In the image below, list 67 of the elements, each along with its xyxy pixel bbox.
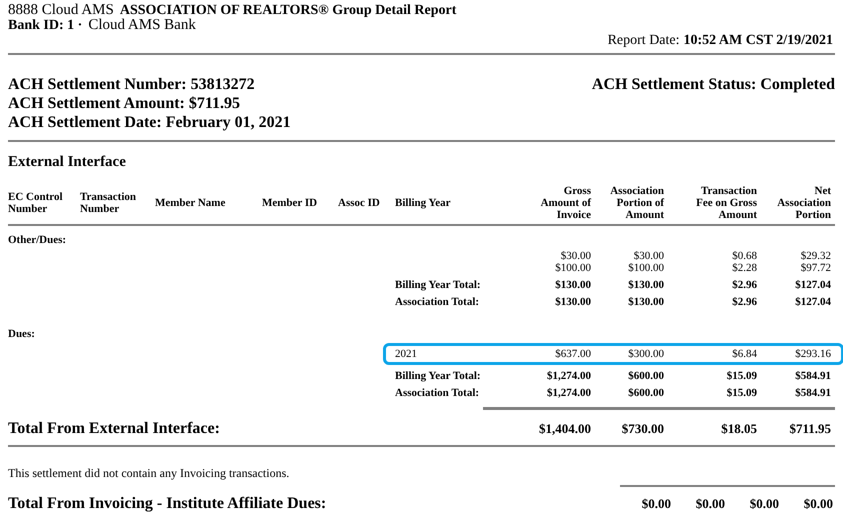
table-cell-text: $637.00 — [554, 348, 592, 360]
group-label: Other/Dues: — [8, 234, 68, 246]
total-value: $1,274.00 — [546, 387, 592, 400]
column-header: Member ID — [262, 196, 318, 209]
total-label: Billing Year Total: — [395, 279, 482, 292]
total-value: $711.95 — [788, 422, 832, 438]
total-value: $0.00 — [640, 497, 672, 512]
table-cell-text: $300.00 — [627, 348, 665, 360]
bank-id-label: Bank ID: 1 · — [8, 18, 82, 34]
column-header: Billing Year — [395, 196, 452, 209]
total-value: $15.09 — [726, 370, 758, 382]
report-date: 10:52 AM CST 2/19/2021 — [684, 32, 833, 49]
total-value: $15.09 — [726, 387, 758, 400]
table-cell-text: 2021 — [395, 348, 418, 360]
column-header: Association Portion of Amount — [609, 184, 666, 221]
table-cell-text: $30.00 — [632, 250, 665, 262]
total-value: $130.00 — [554, 296, 592, 308]
column-header: EC Control Number — [8, 190, 64, 215]
total-value: $1,274.00 — [546, 370, 592, 382]
column-header: Transaction Number — [80, 190, 138, 215]
table-cell-text: $30.00 — [560, 250, 592, 262]
column-header: Member Name — [155, 196, 226, 209]
table-cell-text: $0.68 — [731, 250, 758, 262]
total-value: $18.05 — [720, 422, 758, 438]
column-header: Transaction Fee on Gross Amount — [695, 184, 758, 221]
column-header: Net Association Portion — [776, 184, 832, 221]
table-cell-text: $2.28 — [731, 262, 758, 274]
total-value: $130.00 — [554, 279, 592, 292]
total-value: $730.00 — [620, 422, 665, 438]
table-cell-text: $97.72 — [800, 262, 832, 274]
total-value: $0.00 — [802, 497, 834, 512]
table-cell-text: $293.16 — [794, 348, 832, 360]
column-header: Assoc ID — [338, 196, 381, 209]
total-label: Total From External Interface: — [8, 420, 221, 439]
bank-name: Cloud AMS Bank — [88, 17, 196, 34]
total-label: Association Total: — [395, 296, 480, 308]
report-title: ASSOCIATION OF REALTORS® Group Detail Report — [120, 3, 456, 18]
total-value: $1,404.00 — [538, 422, 592, 438]
table-cell-text: $100.00 — [554, 262, 592, 274]
total-value: $127.04 — [794, 296, 832, 308]
total-value: $127.04 — [794, 279, 832, 292]
total-value: $584.91 — [794, 387, 832, 400]
settlement-status: ACH Settlement Status: Completed — [592, 74, 835, 94]
total-value: $600.00 — [627, 370, 665, 382]
total-value: $130.00 — [627, 296, 665, 308]
total-label: Total From Invoicing - Institute Affiliate Dues: — [8, 495, 328, 514]
report-date-label: Report Date: — [608, 32, 680, 49]
total-value: $600.00 — [627, 387, 665, 400]
total-label: Association Total: — [395, 387, 480, 400]
section-title: External Interface — [8, 154, 127, 171]
total-value: $584.91 — [794, 370, 832, 382]
total-value: $0.00 — [748, 497, 780, 512]
table-cell-text: $6.84 — [731, 348, 758, 360]
group-label: Dues: — [8, 328, 36, 342]
invoicing-note: This settlement did not contain any Invoicing transactions. — [8, 466, 290, 480]
total-value: $130.00 — [627, 279, 665, 292]
settlement-detail: ACH Settlement Date: February 01, 2021 — [8, 112, 291, 132]
total-label: Billing Year Total: — [395, 370, 482, 382]
total-value: $2.96 — [731, 279, 758, 292]
settlement-detail: ACH Settlement Amount: $711.95 — [8, 94, 241, 113]
table-cell-text: $100.00 — [627, 262, 665, 274]
column-header: Gross Amount of Invoice — [540, 184, 592, 221]
table-cell-text: $29.32 — [800, 250, 832, 262]
organization-name: 8888 Cloud AMS — [8, 2, 114, 18]
settlement-detail: ACH Settlement Number: 53813272 — [8, 74, 256, 94]
total-value: $0.00 — [694, 497, 726, 512]
total-value: $2.96 — [731, 296, 758, 308]
